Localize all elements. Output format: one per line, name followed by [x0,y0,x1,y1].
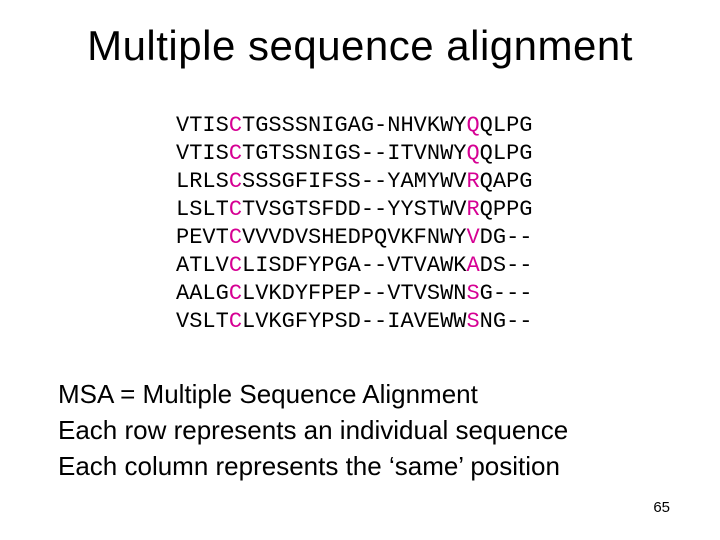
slide: Multiple sequence alignment VTISCTGSSSNI… [0,0,720,540]
sequence-alignment-block: VTISCTGSSSNIGAG-NHVKWYQQLPGVTISCTGTSSNIG… [176,112,532,336]
alignment-row: AALGCLVKDYFPEP--VTVSWNSG--- [176,280,532,308]
desc-line-3: Each column represents the ‘same’ positi… [58,448,568,484]
desc-line-1: MSA = Multiple Sequence Alignment [58,376,568,412]
description-block: MSA = Multiple Sequence Alignment Each r… [58,376,568,484]
alignment-row: LRLSCSSSGFIFSS--YAMYWVRQAPG [176,168,532,196]
page-title: Multiple sequence alignment [0,22,720,70]
desc-line-2: Each row represents an individual sequen… [58,412,568,448]
alignment-row: LSLTCTVSGTSFDD--YYSTWVRQPPG [176,196,532,224]
alignment-row: VTISCTGTSSNIGS--ITVNWYQQLPG [176,140,532,168]
page-number: 65 [653,499,670,516]
alignment-row: PEVTCVVVDVSHEDPQVKFNWYVDG-- [176,224,532,252]
alignment-row: ATLVCLISDFYPGA--VTVAWKADS-- [176,252,532,280]
alignment-row: VTISCTGSSSNIGAG-NHVKWYQQLPG [176,112,532,140]
alignment-row: VSLTCLVKGFYPSD--IAVEWWSNG-- [176,308,532,336]
